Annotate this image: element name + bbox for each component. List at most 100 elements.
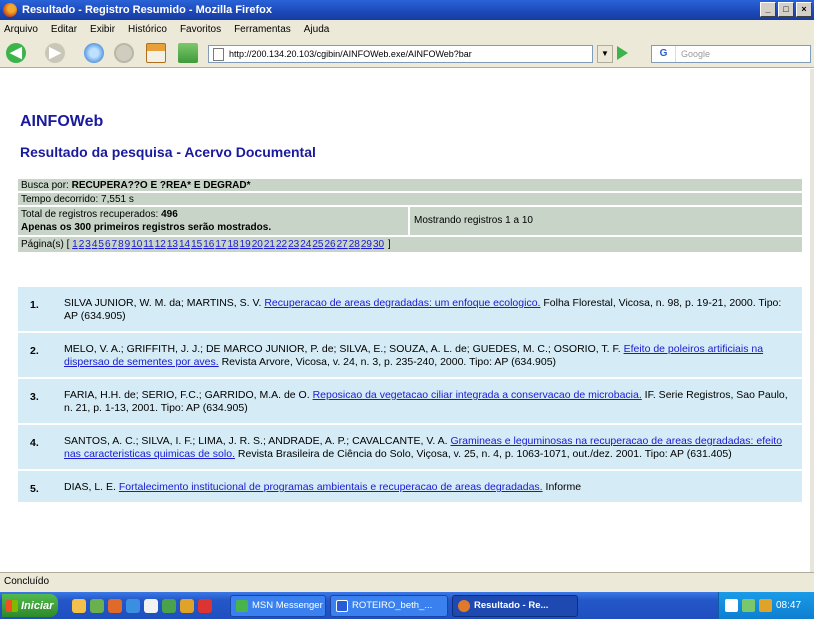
page-link[interactable]: 10 [131,239,142,250]
chrome-quick-icon[interactable] [180,598,194,613]
task-firefox-label: Resultado - Re... [474,600,549,611]
page-link[interactable]: 9 [125,239,131,250]
total-row: Total de registros recuperados: 496 Apen… [18,207,802,237]
menu-ferramentas[interactable]: Ferramentas [234,24,291,35]
time-row: Tempo decorrido: 7,551 s [18,193,802,207]
close-button[interactable]: × [796,2,812,17]
scrollbar[interactable] [810,69,814,572]
search-placeholder[interactable]: Google [681,49,710,59]
word-icon [336,599,348,612]
maximize-button[interactable]: □ [778,2,794,17]
page-link[interactable]: 20 [252,239,263,250]
page-link[interactable]: 29 [361,239,372,250]
menu-arquivo[interactable]: Arquivo [4,24,38,35]
result-number: 2. [30,345,39,357]
page-link[interactable]: 22 [276,239,287,250]
page-link[interactable]: 13 [167,239,178,250]
app-icon[interactable] [90,598,104,613]
page-link[interactable]: 21 [264,239,275,250]
page-link[interactable]: 17 [215,239,226,250]
minimize-button[interactable]: _ [760,2,776,17]
task-msn[interactable]: MSN Messenger [230,594,326,617]
windows-logo-icon [6,599,18,612]
go-icon[interactable] [617,46,628,60]
limit-note: Apenas os 300 primeiros registros serão … [21,222,272,233]
tray-icon-2[interactable] [742,599,755,612]
start-button[interactable]: Iniciar [2,594,58,617]
task-msn-label: MSN Messenger [252,600,323,611]
result-title-link[interactable]: Fortalecimento institucional de programa… [119,481,543,493]
url-text[interactable]: http://200.134.20.103/cgibin/AINFOWeb.ex… [229,49,472,59]
page-link[interactable]: 14 [179,239,190,250]
page-heading: Resultado da pesquisa - Acervo Documenta… [20,144,316,160]
stop-icon[interactable] [114,43,134,63]
media-icon[interactable] [162,598,176,613]
total-info: Total de registros recuperados: 496 Apen… [18,207,408,235]
page-link[interactable]: 27 [337,239,348,250]
tray-icon-1[interactable] [725,599,738,612]
pages-label: Página(s) [ [21,239,70,250]
page-link[interactable]: 28 [349,239,360,250]
reload-icon[interactable] [84,43,104,63]
menu-favoritos[interactable]: Favoritos [180,24,221,35]
page-links: 1234567891011121314151617181920212223242… [72,239,385,250]
menu-editar[interactable]: Editar [51,24,77,35]
task-roteiro-label: ROTEIRO_beth_... [352,600,433,611]
total-label: Total de registros recuperados: [21,209,159,220]
home-icon[interactable] [146,43,166,63]
misc-icon[interactable] [198,598,212,613]
page-link[interactable]: 4 [92,239,98,250]
query-label: Busca por: [21,180,69,191]
result-item: 5. DIAS, L. E. Fortalecimento institucion… [18,471,802,504]
window-title: Resultado - Registro Resumido - Mozilla … [22,4,272,16]
desktop-icon[interactable] [144,598,158,613]
url-bar[interactable]: http://200.134.20.103/cgibin/AINFOWeb.ex… [208,45,593,63]
result-title-link[interactable]: Reposicao da vegetacao ciliar integrada … [313,389,642,401]
menu-exibir[interactable]: Exibir [90,24,115,35]
search-box[interactable]: G Google [651,45,811,63]
page-link[interactable]: 24 [300,239,311,250]
task-roteiro[interactable]: ROTEIRO_beth_... [330,594,448,617]
page-link[interactable]: 1 [72,239,78,250]
folder-icon[interactable] [72,598,86,613]
page-link[interactable]: 30 [373,239,384,250]
page-link[interactable]: 3 [85,239,91,250]
page-link[interactable]: 26 [324,239,335,250]
result-authors: SILVA JUNIOR, W. M. da; MARTINS, S. V. [64,297,265,309]
url-dropdown-button[interactable]: ▼ [597,45,613,63]
menu-historico[interactable]: Histórico [128,24,167,35]
start-label: Iniciar [21,599,54,612]
firefox-quick-icon[interactable] [108,598,122,613]
page-link[interactable]: 19 [240,239,251,250]
task-firefox[interactable]: Resultado - Re... [452,594,578,617]
clock[interactable]: 08:47 [776,600,801,611]
quick-launch [72,598,212,613]
result-number: 1. [30,299,39,311]
back-icon[interactable]: ◀ [6,43,26,63]
page-link[interactable]: 2 [79,239,85,250]
result-title-link[interactable]: Recuperacao de areas degradadas: um enfo… [264,297,540,309]
result-source: Informe [542,481,582,493]
page-link[interactable]: 8 [118,239,124,250]
google-icon[interactable]: G [652,46,676,62]
ie-icon[interactable] [126,598,140,613]
result-item: 3. FARIA, H.H. de; SERIO, F.C.; GARRIDO, … [18,379,802,425]
menu-ajuda[interactable]: Ajuda [304,24,330,35]
page-link[interactable]: 6 [105,239,111,250]
tray-icon-3[interactable] [759,599,772,612]
page-link[interactable]: 16 [203,239,214,250]
result-citation: DIAS, L. E. Fortalecimento institucional… [56,471,802,502]
page-link[interactable]: 18 [227,239,238,250]
page-link[interactable]: 5 [98,239,104,250]
result-number: 5. [30,483,39,495]
page-link[interactable]: 11 [143,239,153,250]
bookmark-icon[interactable] [178,43,198,63]
page-link[interactable]: 23 [288,239,299,250]
page-link[interactable]: 25 [312,239,323,250]
msn-icon [236,599,248,612]
forward-icon[interactable]: ▶ [45,43,65,63]
page-link[interactable]: 15 [191,239,202,250]
page-link[interactable]: 7 [112,239,118,250]
page-link[interactable]: 12 [155,239,166,250]
result-citation: MELO, V. A.; GRIFFITH, J. J.; DE MARCO J… [56,333,802,377]
